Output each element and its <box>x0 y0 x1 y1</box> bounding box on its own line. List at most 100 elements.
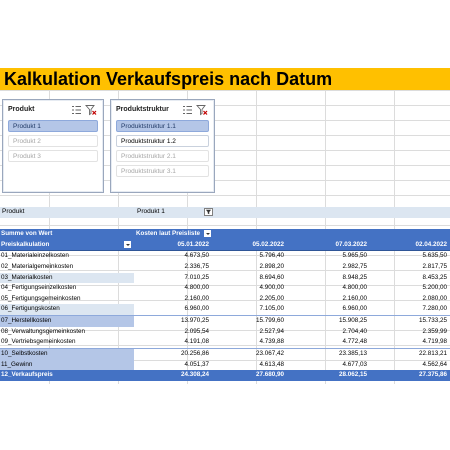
table-row[interactable]: 11_Gewinn 4.051,37 4.613,48 4.677,03 4.562,6… <box>0 359 450 371</box>
clear-filter-icon[interactable] <box>196 104 208 116</box>
value-cell: 2.982,75 <box>342 262 367 270</box>
value-cell: 2.704,40 <box>342 327 367 335</box>
filter-row-background <box>0 207 450 218</box>
table-row[interactable]: 08_Verwaltungsgemeinkosten 2.095,54 2.527,… <box>0 327 450 338</box>
value-cell: 4.800,00 <box>184 284 209 292</box>
slicer-title: Produkt <box>8 106 35 113</box>
value-cell: 7.280,00 <box>422 305 447 313</box>
value-cell: 2.160,00 <box>184 294 209 302</box>
filter-field-value: Produkt 1 <box>137 208 165 215</box>
value-cell: 2.898,20 <box>259 262 284 270</box>
row-label: 03_Materialkosten <box>1 273 53 281</box>
row-label: 02_Materialgemeinkosten <box>1 262 74 270</box>
value-cell: 8.694,60 <box>259 273 284 281</box>
table-row[interactable]: 10_Selbstkosten 20.256,86 23.067,42 23.385,… <box>0 348 450 360</box>
clear-filter-icon[interactable] <box>85 104 97 116</box>
value-cell: 6.960,00 <box>342 305 367 313</box>
value-cell: 2.527,94 <box>259 327 284 335</box>
multi-select-icon[interactable] <box>182 104 194 116</box>
value-cell: 24.308,24 <box>180 371 209 379</box>
table-row[interactable]: 02_Materialgemeinkosten 2.336,75 2.898,20 2… <box>0 262 450 273</box>
value-cell: 2.080,00 <box>422 294 447 302</box>
value-cell: 7.105,00 <box>259 305 284 313</box>
slicer-item[interactable]: Produkt 2 <box>8 135 98 147</box>
pivot-table: Summe von Wert Kosten laut Preisliste Pr… <box>0 229 450 381</box>
value-cell: 23.385,13 <box>338 350 367 358</box>
value-cell: 4.677,03 <box>342 360 367 368</box>
slicer-item[interactable]: Produktstruktur 1.2 <box>116 135 209 147</box>
value-cell: 2.359,99 <box>422 327 447 335</box>
row-field-dropdown[interactable] <box>124 240 131 248</box>
value-cell: 4.613,48 <box>259 360 284 368</box>
row-label: 07_Herstellkosten <box>1 317 52 325</box>
value-cell: 4.739,88 <box>259 338 284 346</box>
value-cell: 23.067,42 <box>255 350 284 358</box>
title-bar: Kalkulation Verkaufspreis nach Datum <box>0 68 450 90</box>
row-label: 08_Verwaltungsgemeinkosten <box>1 327 86 335</box>
slicer-item[interactable]: Produktstruktur 1.1 <box>116 120 209 132</box>
table-row[interactable]: 04_Fertigungseinzelkosten 4.800,00 4.900,0… <box>0 283 450 294</box>
slicer-produkt[interactable]: Produkt Produkt 1 Produkt 2 Produkt 3 <box>2 99 104 193</box>
value-cell: 15.733,25 <box>418 317 447 325</box>
table-row[interactable]: 07_Herstellkosten 13.970,25 15.799,60 15.90… <box>0 315 450 327</box>
value-cell: 5.796,40 <box>259 252 284 260</box>
slicer-item[interactable]: Produktstruktur 3.1 <box>116 165 209 177</box>
funnel-icon <box>205 209 212 215</box>
filter-dropdown-button[interactable] <box>204 208 213 216</box>
pivot-date-header-row: Preiskalkulation 05.01.2022 05.02.2022 0… <box>0 239 450 252</box>
row-label: 10_Selbstkosten <box>1 350 48 358</box>
value-cell: 2.160,00 <box>342 294 367 302</box>
slicer-header: Produkt <box>7 104 99 118</box>
column-field-dropdown[interactable] <box>204 230 211 237</box>
table-row[interactable]: 06_Fertigungskosten 6.960,00 7.105,00 6.960… <box>0 304 450 316</box>
row-label: 11_Gewinn <box>1 360 33 368</box>
value-cell: 5.635,50 <box>422 252 447 260</box>
table-row[interactable]: 09_Vertriebsgemeinkosten 4.191,08 4.739,88… <box>0 337 450 348</box>
value-cell: 2.095,54 <box>184 327 209 335</box>
value-cell: 7.010,25 <box>184 273 209 281</box>
date-header: 05.01.2022 <box>177 240 209 248</box>
table-row[interactable]: 03_Materialkosten 7.010,25 8.694,60 8.948,2… <box>0 272 450 284</box>
row-label: 04_Fertigungseinzelkosten <box>1 284 77 292</box>
slicer-item[interactable]: Produktstruktur 2.1 <box>116 150 209 162</box>
sheet-title: Kalkulation Verkaufspreis nach Datum <box>4 69 333 89</box>
filter-field-label: Produkt <box>2 208 25 215</box>
value-cell: 4.191,08 <box>184 338 209 346</box>
value-cell: 15.908,25 <box>338 317 367 325</box>
date-header: 07.03.2022 <box>335 240 367 248</box>
value-cell: 4.772,48 <box>342 338 367 346</box>
slicer-item[interactable]: Produkt 1 <box>8 120 98 132</box>
value-cell: 4.673,50 <box>184 252 209 260</box>
multi-select-icon[interactable] <box>71 104 83 116</box>
value-cell: 28.062,15 <box>338 371 367 379</box>
row-field-label: Preiskalkulation <box>1 240 50 248</box>
value-cell: 6.960,00 <box>184 305 209 313</box>
row-label: 05_Fertigungsgemeinkosten <box>1 294 81 302</box>
value-cell: 2.817,75 <box>422 262 447 270</box>
grand-total-row[interactable]: 12_Verkaufspreis 24.308,24 27.680,90 28.062… <box>0 370 450 381</box>
value-cell: 13.970,25 <box>180 317 209 325</box>
table-row[interactable]: 01_Materialeinzelkosten 4.673,50 5.796,40 5… <box>0 251 450 262</box>
table-row[interactable]: 05_Fertigungsgemeinkosten 2.160,00 2.205,0… <box>0 294 450 305</box>
value-cell: 15.799,60 <box>255 317 284 325</box>
value-cell: 4.719,98 <box>422 338 447 346</box>
value-cell: 20.256,86 <box>180 350 209 358</box>
value-cell: 4.051,37 <box>184 360 209 368</box>
slicer-item[interactable]: Produkt 3 <box>8 150 98 162</box>
values-label: Summe von Wert <box>1 230 53 237</box>
value-cell: 4.562,64 <box>422 360 447 368</box>
slicer-produktstruktur[interactable]: Produktstruktur Produktstruktur 1.1 Produ… <box>110 99 215 193</box>
column-field-label: Kosten laut Preisliste <box>136 230 201 237</box>
row-label: 12_Verkaufspreis <box>1 371 53 379</box>
value-cell: 2.205,00 <box>259 294 284 302</box>
value-cell: 27.680,90 <box>255 371 284 379</box>
value-cell: 8.453,25 <box>422 273 447 281</box>
row-label: 01_Materialeinzelkosten <box>1 252 69 260</box>
row-label: 09_Vertriebsgemeinkosten <box>1 338 76 346</box>
value-cell: 5.965,50 <box>342 252 367 260</box>
slicer-title: Produktstruktur <box>116 106 169 113</box>
slicer-header: Produktstruktur <box>115 104 210 118</box>
date-header: 05.02.2022 <box>252 240 284 248</box>
report-filter-row: Produkt Produkt 1 <box>0 207 450 218</box>
value-cell: 4.800,00 <box>342 284 367 292</box>
